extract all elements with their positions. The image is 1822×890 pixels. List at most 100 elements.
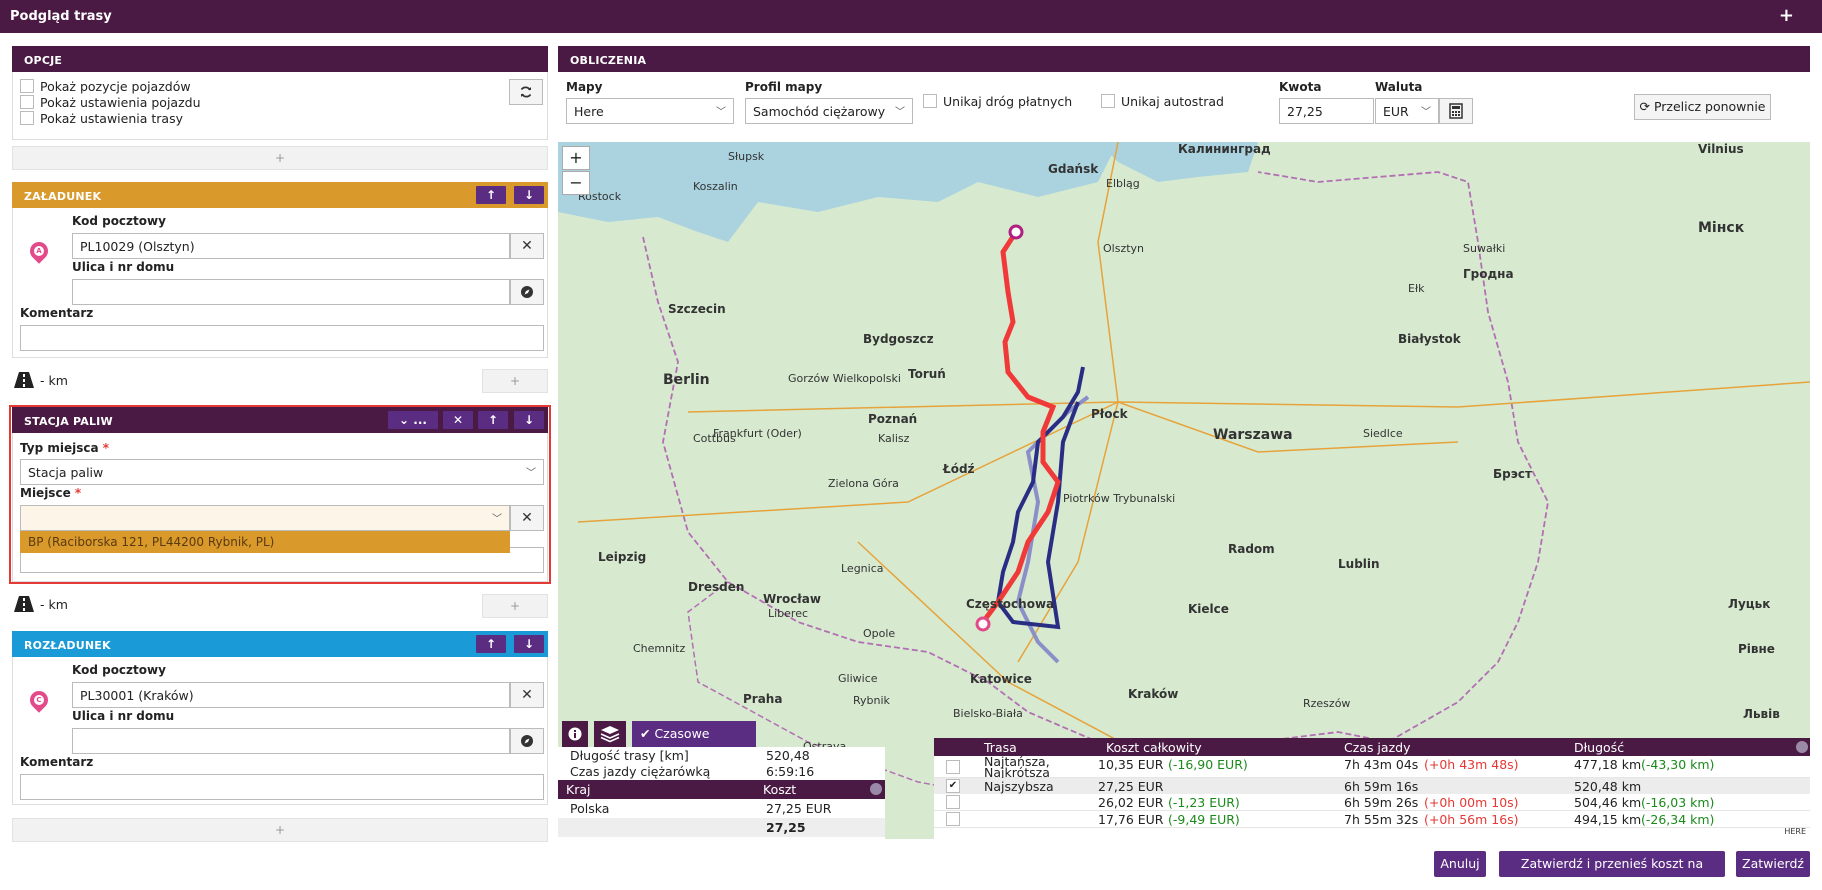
- city-label: Opole: [863, 627, 896, 640]
- loading-compass-button[interactable]: [510, 279, 544, 305]
- city-label: Frankfurt (Oder): [713, 427, 802, 440]
- here-logo: HERE: [1784, 827, 1806, 836]
- show-vehicle-positions-checkbox[interactable]: [20, 79, 34, 93]
- route-length-value: 520,48: [766, 748, 810, 763]
- unloading-comment-input[interactable]: [20, 774, 544, 800]
- route-row[interactable]: ✔ Najszybsza 27,25 EUR 6h 59m 16s 520,48 km: [934, 778, 1810, 795]
- add-stop-button-top[interactable]: +: [12, 146, 548, 170]
- unloading-move-down-button[interactable]: ↓: [514, 635, 544, 653]
- truck-time-value: 6:59:16: [766, 764, 815, 779]
- avoid-toll-label: Unikaj dróg płatnych: [943, 94, 1073, 109]
- maps-label: Mapy: [566, 80, 603, 94]
- country-name: Polska: [570, 801, 610, 816]
- avoid-highway-checkbox[interactable]: [1101, 94, 1115, 108]
- city-label: Gliwice: [838, 672, 878, 685]
- amount-label: Kwota: [1279, 80, 1322, 94]
- loading-move-up-button[interactable]: ↑: [476, 186, 506, 204]
- timed-bans-toggle[interactable]: ✔ Czasowe zakazy: [632, 721, 756, 767]
- add-stop-button-1[interactable]: +: [482, 369, 548, 393]
- fuel-remove-button[interactable]: ✕: [443, 411, 473, 429]
- city-label: Poznań: [868, 412, 918, 426]
- city-label: Piotrków Trybunalski: [1063, 492, 1176, 505]
- route-select-checkbox[interactable]: ✔: [946, 779, 960, 793]
- show-route-settings-checkbox[interactable]: [20, 111, 34, 125]
- chevron-down-icon: ﹀: [716, 107, 726, 118]
- unloading-move-up-button[interactable]: ↑: [476, 635, 506, 653]
- add-stop-button-2[interactable]: +: [482, 594, 548, 618]
- route-row[interactable]: 26,02 EUR (-1,23 EUR) 6h 59m 26s (+0h 00m 1…: [934, 794, 1810, 811]
- loading-postal-clear-button[interactable]: ✕: [510, 233, 544, 259]
- unloading-compass-button[interactable]: [510, 728, 544, 754]
- route-time: 7h 55m 32s: [1344, 812, 1419, 827]
- confirm-transfer-button[interactable]: Zatwierdź i przenieś koszt na zlecenie: [1499, 851, 1725, 890]
- city-label: Gorzów Wielkopolski: [788, 372, 901, 385]
- route-length: 477,18 km: [1574, 757, 1642, 772]
- country-cost-header: Kraj Koszt: [558, 780, 885, 799]
- fuel-place-label: Miejsce *: [20, 486, 82, 500]
- route-cost-delta: (-9,49 EUR): [1168, 812, 1240, 827]
- city-label: Bydgoszcz: [863, 332, 934, 346]
- city-label: Częstochowa: [966, 597, 1055, 611]
- avoid-toll-checkbox[interactable]: [923, 94, 937, 108]
- route-select-checkbox[interactable]: [946, 812, 960, 826]
- city-label: Kielce: [1188, 602, 1229, 616]
- expand-button[interactable]: +: [1779, 5, 1794, 26]
- city-label: Dresden: [688, 580, 745, 594]
- show-vehicle-settings-checkbox[interactable]: [20, 95, 34, 109]
- unloading-postal-input[interactable]: PL30001 (Kraków): [72, 682, 510, 708]
- city-label: Szczecin: [668, 302, 726, 316]
- avoid-highway-label: Unikaj autostrad: [1121, 94, 1224, 109]
- zoom-out-button[interactable]: −: [562, 171, 590, 195]
- city-label: Гродна: [1463, 267, 1514, 281]
- loading-pin-icon: A: [26, 238, 52, 264]
- confirm-button[interactable]: Zatwierdź: [1736, 851, 1810, 877]
- route-select-checkbox[interactable]: [946, 795, 960, 809]
- route-row[interactable]: 17,76 EUR (-9,49 EUR) 7h 55m 32s (+0h 56m 1…: [934, 811, 1810, 828]
- road-icon: [14, 372, 34, 388]
- fuel-expand-button[interactable]: ⌄ ...: [388, 411, 438, 429]
- chevron-down-icon: ﹀: [895, 107, 905, 118]
- fuel-place-clear-button[interactable]: ✕: [510, 505, 544, 531]
- fuel-move-down-button[interactable]: ↓: [514, 411, 544, 429]
- city-label: Луцьк: [1728, 597, 1771, 611]
- fuel-move-up-button[interactable]: ↑: [478, 411, 508, 429]
- route-row[interactable]: Najtańsza, Najkrótsza 10,35 EUR (-16,90 EU…: [934, 755, 1810, 779]
- unloading-street-input[interactable]: [72, 728, 510, 754]
- unloading-street-label: Ulica i nr domu: [72, 709, 175, 723]
- route-time-delta: (+0h 00m 10s): [1424, 795, 1519, 810]
- city-label: Львів: [1743, 707, 1780, 721]
- add-stop-button-bottom[interactable]: +: [12, 818, 548, 842]
- calculator-button[interactable]: [1439, 98, 1473, 124]
- col-drive-time: Czas jazdy: [1344, 740, 1411, 755]
- fuel-type-select[interactable]: Stacja paliw ﹀: [20, 459, 544, 485]
- info-button[interactable]: [562, 721, 588, 747]
- city-label: Berlin: [663, 372, 710, 388]
- settings-gear-icon[interactable]: [1796, 741, 1808, 753]
- road-icon: [14, 596, 34, 612]
- cancel-button[interactable]: Anuluj: [1434, 851, 1486, 877]
- settings-gear-icon[interactable]: [870, 783, 882, 795]
- fuel-type-label: Typ miejsca *: [20, 441, 110, 455]
- refresh-button[interactable]: [509, 79, 543, 105]
- zoom-in-button[interactable]: +: [562, 146, 590, 170]
- fuel-suggestion-item[interactable]: BP (Raciborska 121, PL44200 Rybnik, PL): [20, 531, 510, 553]
- unloading-postal-clear-button[interactable]: ✕: [510, 682, 544, 708]
- loading-move-down-button[interactable]: ↓: [514, 186, 544, 204]
- layers-button[interactable]: [594, 721, 626, 747]
- map-profile-select[interactable]: Samochód ciężarowy ﹀: [745, 98, 913, 124]
- maps-select[interactable]: Here ﹀: [566, 98, 734, 124]
- route-select-checkbox[interactable]: [946, 760, 960, 774]
- loading-postal-input[interactable]: PL10029 (Olsztyn): [72, 233, 510, 259]
- routes-table-header: Trasa Koszt całkowity Czas jazdy Długość: [934, 738, 1810, 757]
- compass-icon: [521, 286, 533, 298]
- routes-table: Trasa Koszt całkowity Czas jazdy Długość…: [934, 738, 1810, 839]
- currency-label: Waluta: [1375, 80, 1423, 94]
- loading-street-input[interactable]: [72, 279, 510, 305]
- loading-comment-input[interactable]: [20, 325, 544, 351]
- distance-label-2: - km: [40, 597, 68, 612]
- chevron-down-icon: ﹀: [492, 514, 502, 525]
- currency-select[interactable]: EUR ﹀: [1375, 98, 1439, 124]
- fuel-place-select[interactable]: ﹀: [20, 505, 510, 531]
- recalculate-button[interactable]: ⟳ Przelicz ponownie: [1634, 94, 1771, 120]
- amount-input[interactable]: 27,25: [1279, 98, 1374, 124]
